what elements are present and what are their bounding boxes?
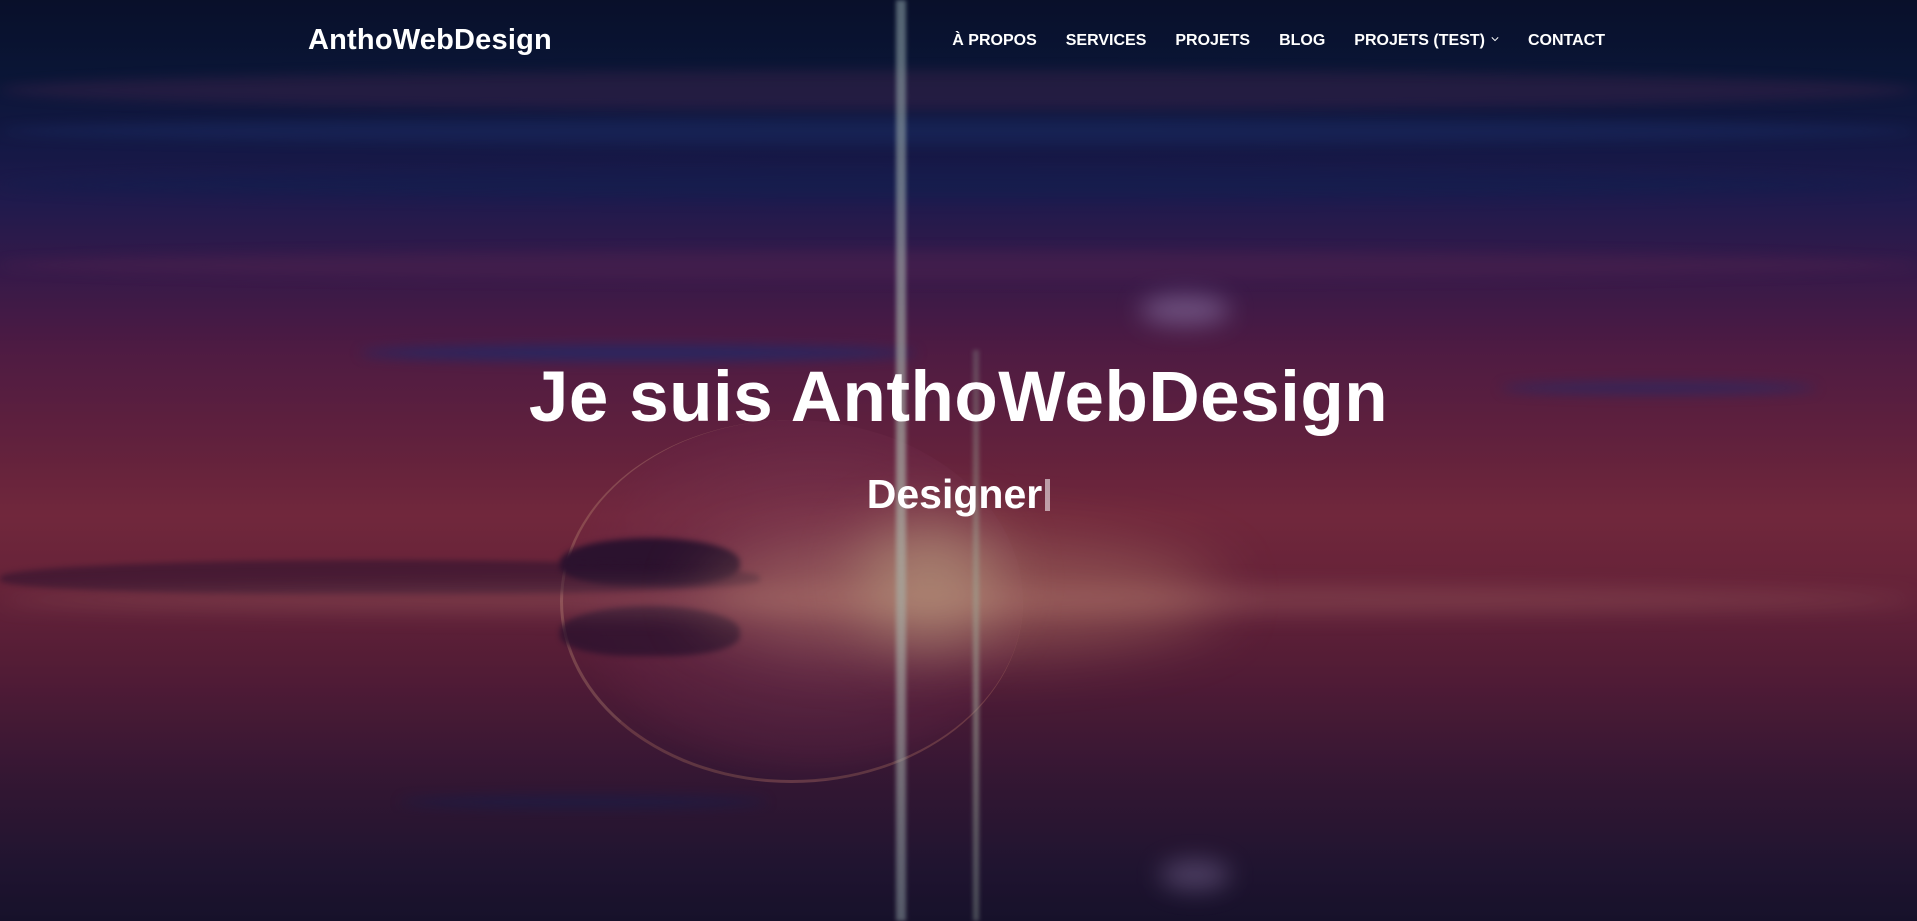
nav-item-label: CONTACT	[1527, 32, 1605, 49]
main-nav: À PROPOS SERVICES PROJETS BLOG PROJETS (…	[952, 32, 1605, 50]
nav-item-a-propos[interactable]: À PROPOS	[952, 32, 1036, 50]
nav-item-projets-test-dropdown[interactable]: PROJETS (TEST)	[1354, 32, 1499, 50]
typed-text: Designer	[866, 471, 1043, 517]
nav-item-label: PROJETS	[1175, 32, 1251, 49]
nav-item-blog[interactable]: BLOG	[1279, 32, 1325, 50]
nav-item-label: SERVICES	[1065, 32, 1147, 49]
nav-item-contact[interactable]: CONTACT	[1528, 32, 1605, 50]
nav-item-label: BLOG	[1279, 32, 1326, 49]
site-logo[interactable]: AnthoWebDesign	[308, 24, 552, 57]
top-navbar: AnthoWebDesign À PROPOS SERVICES PROJETS…	[0, 0, 1917, 84]
nav-item-projets[interactable]: PROJETS	[1175, 32, 1250, 50]
nav-item-label: PROJETS (TEST)	[1354, 32, 1485, 49]
nav-item-label: À PROPOS	[952, 32, 1037, 49]
typing-cursor	[1045, 478, 1051, 511]
hero-section: AnthoWebDesign À PROPOS SERVICES PROJETS…	[0, 0, 1917, 921]
hero-content: Je suis AnthoWebDesign Designer	[0, 362, 1917, 515]
nav-item-services[interactable]: SERVICES	[1066, 32, 1147, 50]
chevron-down-icon	[1491, 37, 1499, 42]
hero-typed-subtitle: Designer	[866, 471, 1051, 517]
hero-title: Je suis AnthoWebDesign	[528, 358, 1389, 437]
